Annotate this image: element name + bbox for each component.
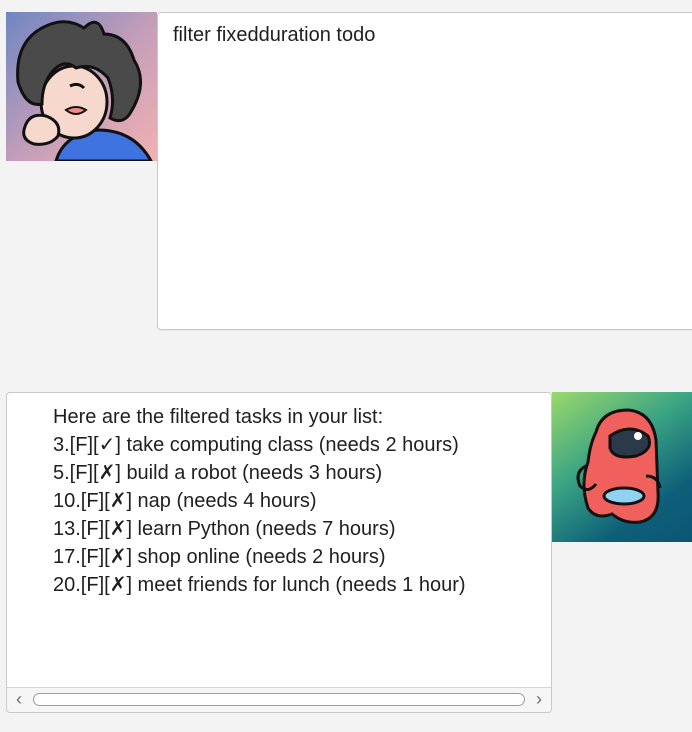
user-message-text: filter fixedduration todo xyxy=(173,24,376,46)
scroll-right-arrow-icon[interactable]: › xyxy=(529,689,549,709)
task-line: 3.[F][✓] take computing class (needs 2 h… xyxy=(53,434,459,456)
user-message-bubble: filter fixedduration todo xyxy=(157,12,692,330)
task-line: 20.[F][✗] meet friends for lunch (needs … xyxy=(53,574,466,596)
duke-message-bubble[interactable]: Here are the filtered tasks in your list… xyxy=(6,392,552,713)
duke-message-text: Here are the filtered tasks in your list… xyxy=(53,403,466,599)
task-line: 13.[F][✗] learn Python (needs 7 hours) xyxy=(53,518,396,540)
task-line: 17.[F][✗] shop online (needs 2 hours) xyxy=(53,546,386,568)
horizontal-scrollbar[interactable]: ‹ › xyxy=(7,687,551,712)
scroll-left-arrow-icon[interactable]: ‹ xyxy=(9,689,29,709)
user-avatar-icon xyxy=(16,20,153,161)
bot-avatar-icon xyxy=(576,408,662,524)
task-line: 10.[F][✗] nap (needs 4 hours) xyxy=(53,490,317,512)
user-avatar xyxy=(6,12,157,161)
bot-avatar xyxy=(552,392,692,542)
duke-message-line: Here are the filtered tasks in your list… xyxy=(53,406,384,428)
scrollbar-thumb[interactable] xyxy=(33,693,525,706)
task-line: 5.[F][✗] build a robot (needs 3 hours) xyxy=(53,462,383,484)
